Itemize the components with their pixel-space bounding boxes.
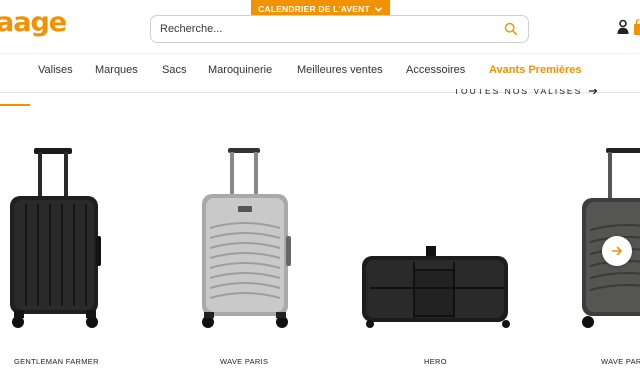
search-input[interactable] <box>160 23 503 35</box>
suitcase-image <box>202 148 291 328</box>
nav-item-sacs[interactable]: Sacs <box>162 64 186 76</box>
nav-item-avants-premieres[interactable]: Avants Premières <box>489 64 582 76</box>
brand-logo[interactable]: aage <box>0 6 67 40</box>
nav-item-meilleures-ventes[interactable]: Meilleures ventes <box>297 64 383 76</box>
product-name[interactable]: HERO <box>424 357 447 366</box>
duffel-bag-image <box>362 246 510 328</box>
header-divider <box>0 53 640 54</box>
chevron-down-icon <box>374 6 382 12</box>
product-card[interactable] <box>580 140 640 332</box>
product-name[interactable]: GENTLEMAN FARMER <box>14 357 99 366</box>
product-name[interactable]: WAVE PARIS <box>601 357 640 366</box>
nav-item-valises[interactable]: Valises <box>38 64 73 76</box>
arrow-right-icon <box>589 89 598 95</box>
advent-calendar-label: CALENDRIER DE L'AVENT <box>258 4 370 14</box>
arrow-right-icon <box>611 246 623 256</box>
main-nav: Valises Marques Sacs Maroquinerie Meille… <box>0 64 640 82</box>
nav-item-marques[interactable]: Marques <box>95 64 138 76</box>
carousel-next-button[interactable] <box>602 236 632 266</box>
suitcase-image <box>582 148 640 328</box>
suitcase-image <box>10 148 101 328</box>
section-tab-indicator <box>0 104 30 106</box>
product-card[interactable] <box>198 140 294 332</box>
product-card[interactable] <box>8 140 104 332</box>
nav-item-accessoires[interactable]: Accessoires <box>406 64 465 76</box>
product-name[interactable]: WAVE PARIS <box>220 357 268 366</box>
search-icon[interactable] <box>503 21 519 37</box>
bag-icon[interactable] <box>634 19 640 35</box>
search-bar <box>150 15 529 43</box>
view-all-label: TOUTES NOS VALISES <box>454 86 583 96</box>
user-icon[interactable] <box>616 19 630 35</box>
product-card[interactable] <box>356 140 520 332</box>
nav-item-maroquinerie[interactable]: Maroquinerie <box>208 64 272 76</box>
view-all-link[interactable]: TOUTES NOS VALISES <box>454 86 598 96</box>
